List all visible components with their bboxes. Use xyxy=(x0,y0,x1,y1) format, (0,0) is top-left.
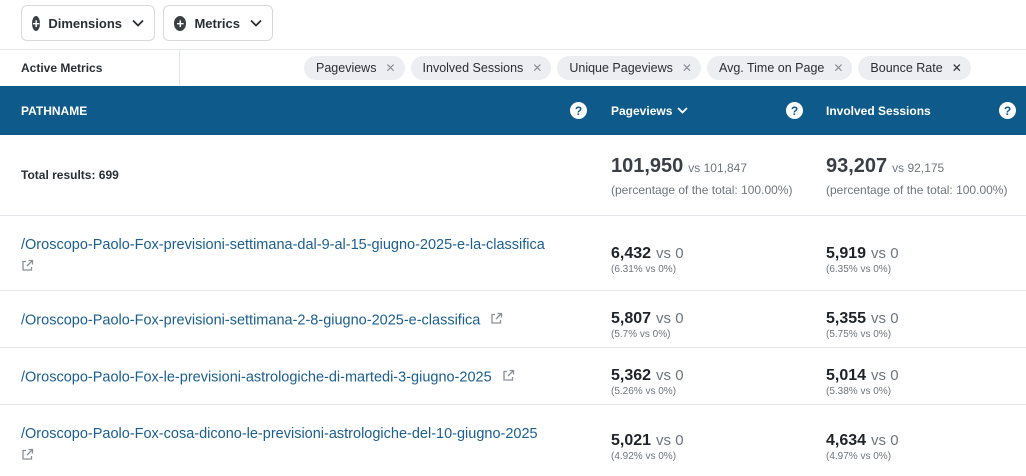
column-pathname[interactable]: PATHNAME xyxy=(21,86,87,135)
total-pageviews-vs: vs 101,847 xyxy=(688,161,748,175)
chip-pageviews[interactable]: Pageviews ✕ xyxy=(304,56,405,80)
chevron-down-icon xyxy=(677,107,689,114)
total-row: Total results: 699 101,950 vs 101,847 (p… xyxy=(0,135,1026,216)
chevron-down-icon xyxy=(132,19,144,27)
plus-circle-icon: + xyxy=(174,15,187,31)
sessions-cell: 5,919 vs 0 (6.35% vs 0%) xyxy=(826,245,899,275)
dimensions-button[interactable]: + Dimensions xyxy=(21,5,155,41)
pageviews-cell: 5,362 vs 0 (5.26% vs 0%) xyxy=(611,367,684,397)
sessions-pct: (4.97% vs 0%) xyxy=(826,451,892,462)
toolbar: + Dimensions + Metrics xyxy=(0,0,1026,50)
pageviews-vs: vs 0 xyxy=(656,432,684,449)
total-involved-sessions: 93,207 vs 92,175 (percentage of the tota… xyxy=(826,155,1007,197)
pageviews-pct: (5.26% vs 0%) xyxy=(611,386,677,397)
column-involved-sessions[interactable]: Involved Sessions xyxy=(826,86,931,135)
chip-involved-sessions[interactable]: Involved Sessions ✕ xyxy=(410,56,552,80)
pageviews-cell: 5,807 vs 0 (5.7% vs 0%) xyxy=(611,310,684,340)
total-sessions-pct: (percentage of the total: 100.00%) xyxy=(826,183,1008,197)
table-row: /Oroscopo-Paolo-Fox-le-previsioni-astrol… xyxy=(0,348,1026,405)
pageviews-value: 6,432 xyxy=(611,245,652,262)
pageviews-pct: (6.31% vs 0%) xyxy=(611,264,677,275)
pageviews-pct: (4.92% vs 0%) xyxy=(611,451,677,462)
total-pageviews-value: 101,950 xyxy=(611,155,684,177)
pageviews-vs: vs 0 xyxy=(656,367,684,384)
sessions-pct: (5.75% vs 0%) xyxy=(826,329,892,340)
pageviews-value: 5,021 xyxy=(611,432,652,449)
active-metrics-bar: Active Metrics Pageviews ✕ Involved Sess… xyxy=(0,50,1026,86)
close-icon[interactable]: ✕ xyxy=(532,61,542,75)
sessions-value: 5,355 xyxy=(826,310,867,327)
pathname-link[interactable]: /Oroscopo-Paolo-Fox-cosa-dicono-le-previ… xyxy=(21,424,596,468)
pathname-text: /Oroscopo-Paolo-Fox-cosa-dicono-le-previ… xyxy=(21,426,538,442)
total-results-label: Total results: 699 xyxy=(21,168,119,182)
sessions-value: 4,634 xyxy=(826,432,867,449)
chip-bounce-rate[interactable]: Bounce Rate ✕ xyxy=(858,56,971,80)
external-link-icon[interactable] xyxy=(502,369,515,386)
total-sessions-value: 93,207 xyxy=(826,155,888,177)
chip-label: Pageviews xyxy=(316,61,377,75)
close-icon[interactable]: ✕ xyxy=(833,61,843,75)
sessions-cell: 5,355 vs 0 (5.75% vs 0%) xyxy=(826,310,899,340)
chip-avg-time-on-page[interactable]: Avg. Time on Page ✕ xyxy=(706,56,853,80)
pageviews-pct: (5.7% vs 0%) xyxy=(611,329,671,340)
pathname-text: /Oroscopo-Paolo-Fox-le-previsioni-astrol… xyxy=(21,369,492,386)
chip-label: Unique Pageviews xyxy=(569,61,673,75)
total-sessions-vs: vs 92,175 xyxy=(892,161,945,175)
table-row: /Oroscopo-Paolo-Fox-previsioni-settimana… xyxy=(0,291,1026,348)
column-pageviews[interactable]: Pageviews xyxy=(611,86,689,135)
sessions-pct: (5.38% vs 0%) xyxy=(826,386,892,397)
help-icon[interactable]: ? xyxy=(999,102,1016,119)
pageviews-vs: vs 0 xyxy=(656,310,684,327)
pathname-text: /Oroscopo-Paolo-Fox-previsioni-settimana… xyxy=(21,237,545,253)
help-icon[interactable]: ? xyxy=(570,102,587,119)
pageviews-vs: vs 0 xyxy=(656,245,684,262)
total-pageviews: 101,950 vs 101,847 (percentage of the to… xyxy=(611,155,792,197)
close-icon[interactable]: ✕ xyxy=(952,61,962,75)
pathname-link[interactable]: /Oroscopo-Paolo-Fox-previsioni-settimana… xyxy=(21,312,503,329)
close-icon[interactable]: ✕ xyxy=(385,61,395,75)
sessions-value: 5,014 xyxy=(826,367,867,384)
help-icon[interactable]: ? xyxy=(786,102,803,119)
pathname-text: /Oroscopo-Paolo-Fox-previsioni-settimana… xyxy=(21,312,481,329)
table-header: PATHNAME ? Pageviews ? Involved Sessions… xyxy=(0,86,1026,135)
pathname-link[interactable]: /Oroscopo-Paolo-Fox-le-previsioni-astrol… xyxy=(21,369,515,386)
sessions-vs: vs 0 xyxy=(871,245,899,262)
chip-label: Bounce Rate xyxy=(870,61,943,75)
sessions-vs: vs 0 xyxy=(871,310,899,327)
metric-chips: Pageviews ✕ Involved Sessions ✕ Unique P… xyxy=(180,56,977,80)
chip-label: Avg. Time on Page xyxy=(718,61,825,75)
chevron-down-icon xyxy=(250,19,262,27)
sessions-value: 5,919 xyxy=(826,245,867,262)
table-row: /Oroscopo-Paolo-Fox-previsioni-settimana… xyxy=(0,216,1026,291)
sessions-cell: 5,014 vs 0 (5.38% vs 0%) xyxy=(826,367,899,397)
plus-circle-icon: + xyxy=(32,15,41,31)
pageviews-value: 5,362 xyxy=(611,367,652,384)
pageviews-cell: 5,021 vs 0 (4.92% vs 0%) xyxy=(611,432,684,462)
metrics-label: Metrics xyxy=(194,15,240,31)
external-link-icon[interactable] xyxy=(21,258,34,279)
sessions-vs: vs 0 xyxy=(871,432,899,449)
sessions-pct: (6.35% vs 0%) xyxy=(826,264,892,275)
external-link-icon[interactable] xyxy=(21,447,34,468)
total-pageviews-pct: (percentage of the total: 100.00%) xyxy=(611,183,793,197)
pageviews-value: 5,807 xyxy=(611,310,652,327)
chip-label: Involved Sessions xyxy=(422,61,524,75)
close-icon[interactable]: ✕ xyxy=(682,61,692,75)
pageviews-cell: 6,432 vs 0 (6.31% vs 0%) xyxy=(611,245,684,275)
column-pageviews-label: Pageviews xyxy=(611,103,673,118)
sessions-cell: 4,634 vs 0 (4.97% vs 0%) xyxy=(826,432,899,462)
table-row: /Oroscopo-Paolo-Fox-cosa-dicono-le-previ… xyxy=(0,405,1026,476)
chip-unique-pageviews[interactable]: Unique Pageviews ✕ xyxy=(557,56,701,80)
sessions-vs: vs 0 xyxy=(871,367,899,384)
active-metrics-label: Active Metrics xyxy=(0,50,180,86)
dimensions-label: Dimensions xyxy=(48,15,122,31)
external-link-icon[interactable] xyxy=(490,312,503,329)
pathname-link[interactable]: /Oroscopo-Paolo-Fox-previsioni-settimana… xyxy=(21,235,596,279)
metrics-button[interactable]: + Metrics xyxy=(163,5,273,41)
